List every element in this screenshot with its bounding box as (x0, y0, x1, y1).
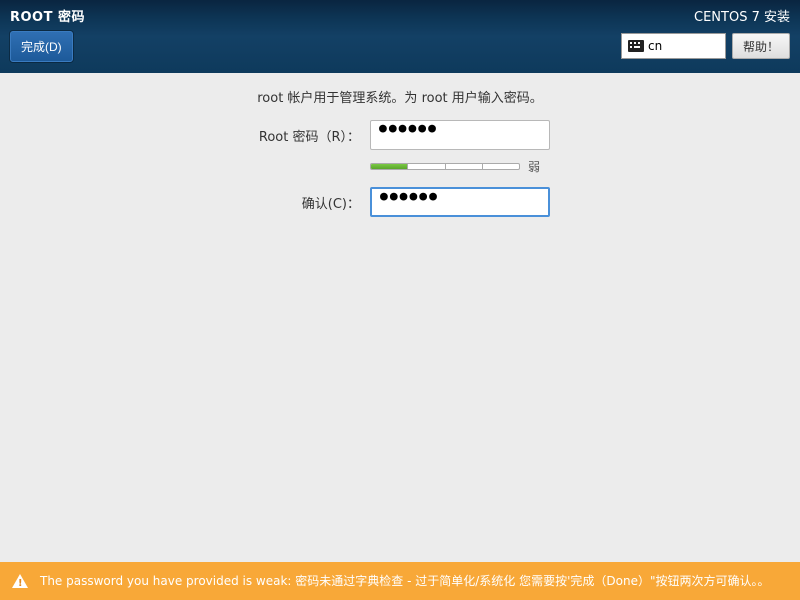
warning-bar: The password you have provided is weak: … (0, 562, 800, 600)
root-password-input[interactable]: ●●●●●● (370, 120, 550, 150)
lang-code: cn (648, 39, 662, 53)
password-strength-row: 弱 (0, 158, 800, 175)
keyboard-icon (628, 40, 644, 52)
strength-segment (483, 164, 519, 169)
strength-segment (371, 164, 408, 169)
strength-label: 弱 (528, 158, 540, 175)
installer-header: ROOT 密码 完成(D) CENTOS 7 安装 cn 帮助！ (0, 0, 800, 73)
keyboard-layout-selector[interactable]: cn (621, 33, 726, 59)
strength-segment (408, 164, 445, 169)
strength-segment (446, 164, 483, 169)
help-button[interactable]: 帮助！ (732, 33, 790, 59)
done-button[interactable]: 完成(D) (10, 31, 73, 62)
warning-icon (12, 574, 28, 588)
content-area: root 帐户用于管理系统。为 root 用户输入密码。 Root 密码（R）：… (0, 73, 800, 217)
strength-meter (370, 163, 520, 170)
confirm-row: 确认(C)： ●●●●●● (0, 187, 800, 217)
password-label: Root 密码（R）： (250, 126, 360, 145)
lang-help-row: cn 帮助！ (621, 33, 790, 59)
warning-message: The password you have provided is weak: … (40, 572, 786, 590)
password-row: Root 密码（R）： ●●●●●● (0, 120, 800, 150)
instruction-text: root 帐户用于管理系统。为 root 用户输入密码。 (0, 87, 800, 106)
install-title: CENTOS 7 安装 (621, 6, 790, 25)
confirm-password-input[interactable]: ●●●●●● (370, 187, 550, 217)
header-right: CENTOS 7 安装 cn 帮助！ (621, 6, 790, 59)
confirm-label: 确认(C)： (250, 193, 360, 212)
